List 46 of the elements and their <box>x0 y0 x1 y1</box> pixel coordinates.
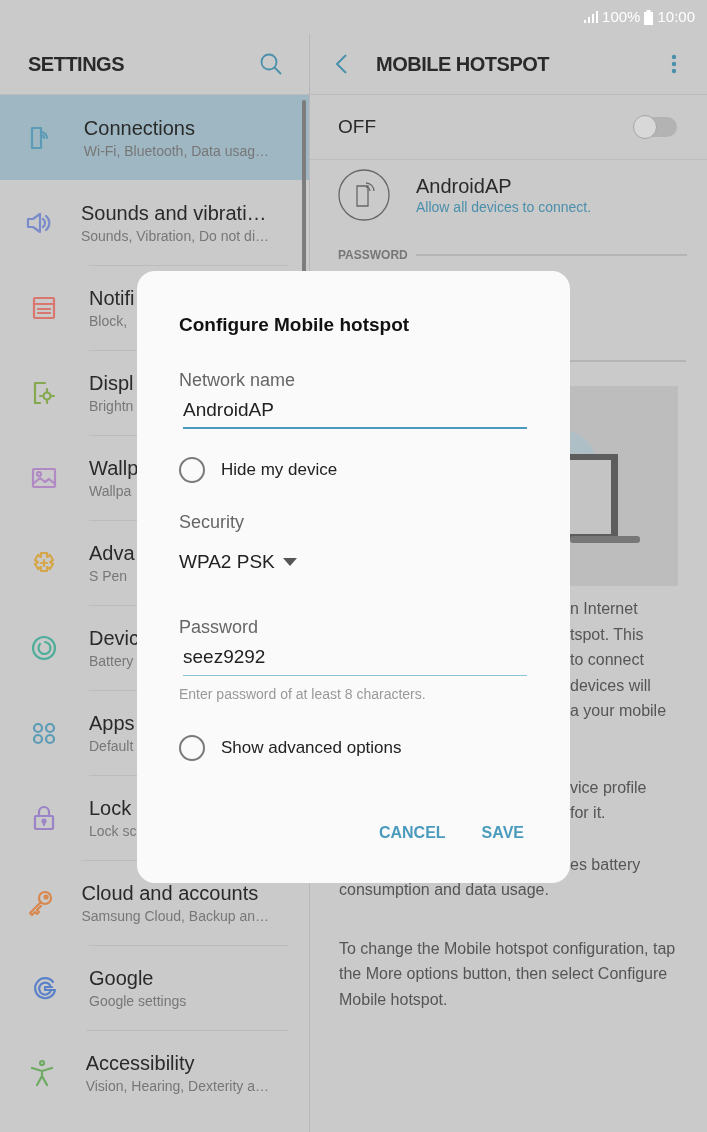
dialog-title: Configure Mobile hotspot <box>179 313 411 337</box>
item-subtitle: Block, <box>89 312 128 331</box>
description-paragraph: To change the Mobile hotspot configuration, tap the More options button, then select Configure Mobile hotspot. <box>339 938 677 1010</box>
item-subtitle: S Pen <box>89 567 128 586</box>
hotspot-title: MOBILE HOTSPOT <box>376 52 551 77</box>
description-text: vice profile <box>570 777 648 798</box>
item-subtitle: Wallpa <box>89 482 132 501</box>
item-title: Notifi <box>89 286 135 311</box>
description-text: tspot. This <box>570 624 645 645</box>
item-subtitle: Default <box>89 737 134 756</box>
item-title: Displ <box>89 371 134 396</box>
description-text: n Internet <box>570 599 639 619</box>
network-name: AndroidAP <box>416 174 513 198</box>
helper-text: Enter password of at least 8 characters. <box>179 684 427 704</box>
description-text: consumption and data usage. <box>339 880 550 900</box>
description-text: for it. <box>570 803 607 823</box>
field-label: Password <box>179 616 260 639</box>
description-text: devices will <box>570 675 652 696</box>
item-subtitle: Brightn <box>89 397 134 416</box>
item-subtitle: Wi-Fi, Bluetooth, Data usag… <box>83 141 269 161</box>
item-title: Google <box>89 966 154 991</box>
option-label: Hide my device <box>221 458 338 481</box>
item-title: Adva <box>89 541 135 566</box>
hotspot-state: OFF <box>338 114 376 139</box>
item-title: Wallp <box>89 456 139 481</box>
item-subtitle: Sounds, Vibration, Do not di… <box>80 226 269 246</box>
item-title: Devic <box>89 626 139 651</box>
item-title: Lock <box>89 796 132 821</box>
description-text: a your mobile <box>570 701 668 721</box>
item-title: Cloud and accounts <box>81 881 259 906</box>
item-subtitle: Google settings <box>89 992 187 1011</box>
description-text: es battery <box>570 854 642 875</box>
item-title: Accessibility <box>85 1051 195 1076</box>
description-text: to connect <box>570 650 645 670</box>
field-label: Network name <box>179 369 297 392</box>
item-title: Connections <box>83 115 195 141</box>
item-title: Apps <box>89 711 135 736</box>
option-label: Show advanced options <box>221 736 402 759</box>
settings-title: SETTINGS <box>28 52 124 77</box>
item-subtitle: Battery <box>89 652 134 671</box>
password-header: PASSWORD <box>338 247 408 264</box>
item-subtitle: Samsung Cloud, Backup an… <box>81 907 269 926</box>
item-subtitle: Lock sc <box>89 822 137 841</box>
item-subtitle: Vision, Hearing, Dexterity a… <box>85 1077 269 1096</box>
field-label: Security <box>179 510 246 534</box>
item-title: Sounds and vibrati… <box>80 200 267 226</box>
